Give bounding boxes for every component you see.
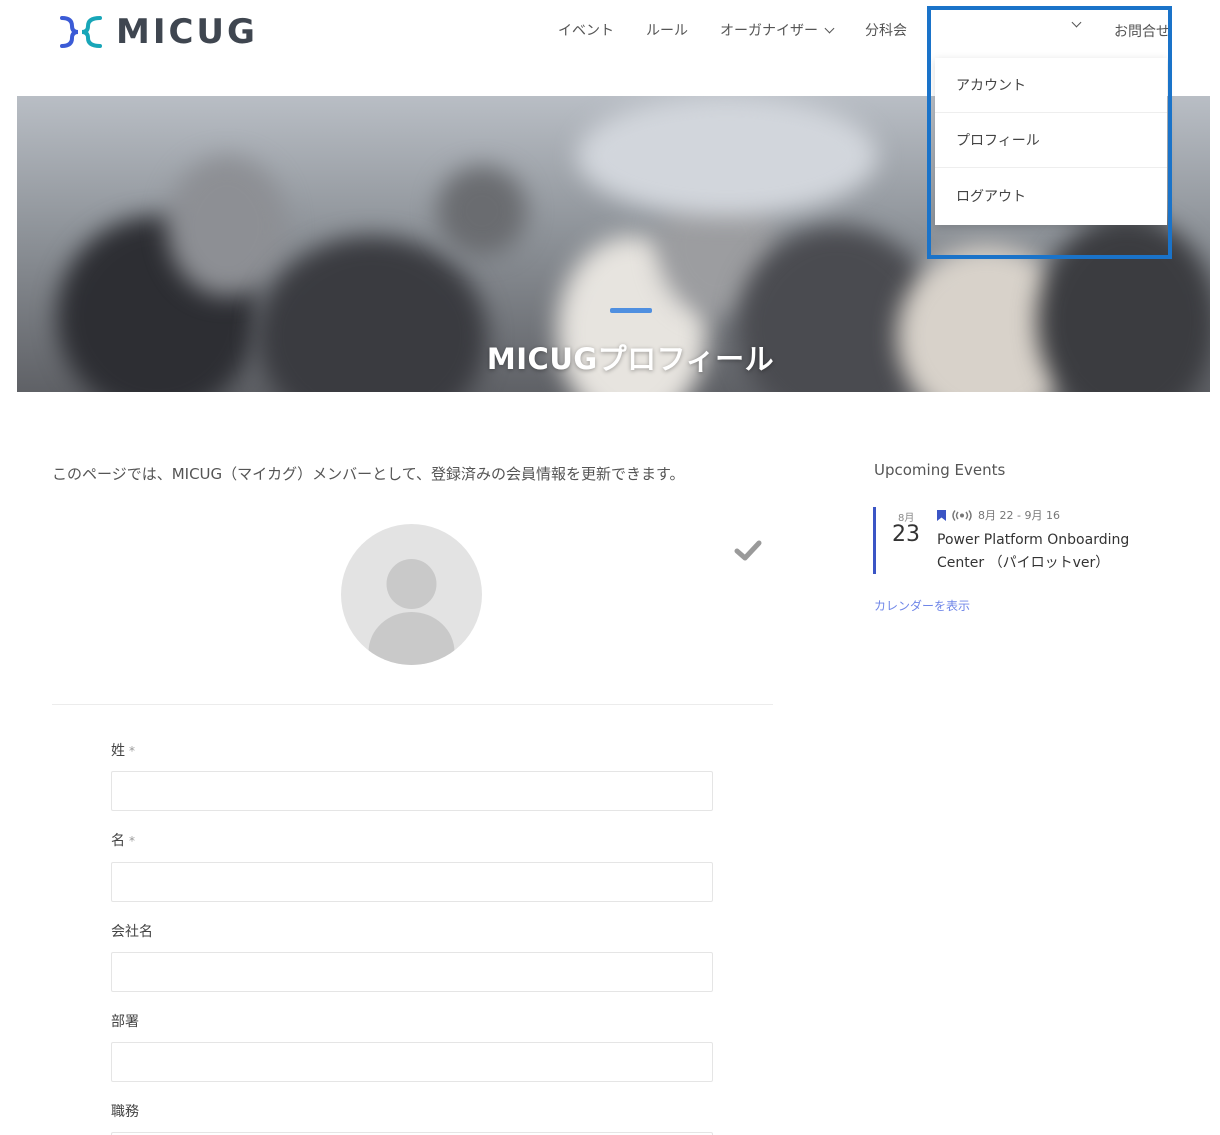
event-title-link[interactable]: Power Platform Onboarding Center （パイロットv… xyxy=(937,529,1157,575)
menu-item-account[interactable]: アカウント xyxy=(935,58,1167,113)
upcoming-events-title: Upcoming Events xyxy=(874,461,1006,479)
hero-accent-bar xyxy=(610,308,652,313)
company-label: 会社名 xyxy=(111,924,153,940)
event-day: 23 xyxy=(892,522,920,547)
chevron-down-icon[interactable] xyxy=(1071,17,1082,28)
nav-item-subcommittee[interactable]: 分科会 xyxy=(865,20,907,40)
nav-label: ルール xyxy=(646,23,688,39)
required-mark: * xyxy=(129,744,135,758)
required-mark: * xyxy=(129,834,135,848)
event-meta: 8月 22 - 9月 16 xyxy=(937,507,1060,523)
page-title: MICUGプロフィール xyxy=(486,342,775,376)
nav-item-rules[interactable]: ルール xyxy=(646,20,688,40)
bookmark-icon xyxy=(937,509,946,521)
department-label: 部署 xyxy=(111,1014,139,1030)
section-divider xyxy=(52,704,773,705)
nav-label: イベント xyxy=(558,23,614,39)
first-name-field[interactable] xyxy=(111,862,713,902)
label-text: 名 xyxy=(111,833,125,849)
main-nav: イベント ルール オーガナイザー 分科会 xyxy=(558,18,939,42)
user-dropdown-menu: アカウント プロフィール ログアウト xyxy=(935,58,1167,225)
nav-item-organizers[interactable]: オーガナイザー xyxy=(720,20,835,40)
chevron-down-icon xyxy=(824,23,835,33)
intro-text: このページでは、MICUG（マイカグ）メンバーとして、登録済みの会員情報を更新で… xyxy=(52,465,685,483)
check-icon[interactable] xyxy=(734,536,762,564)
logo-brace-icon xyxy=(58,12,106,52)
avatar[interactable] xyxy=(341,524,482,665)
nav-item-events[interactable]: イベント xyxy=(558,20,614,40)
job-title-label: 職務 xyxy=(111,1104,139,1120)
logo-text: MICUG xyxy=(116,12,258,52)
site-logo[interactable]: MICUG xyxy=(58,10,258,54)
nav-item-contact[interactable]: お問合せ xyxy=(1114,21,1170,41)
label-text: 姓 xyxy=(111,743,125,759)
menu-item-profile[interactable]: プロフィール xyxy=(935,113,1167,168)
event-accent-bar xyxy=(873,507,876,574)
company-field[interactable] xyxy=(111,952,713,992)
nav-label: オーガナイザー xyxy=(720,23,818,39)
nav-label: 分科会 xyxy=(865,23,907,39)
user-silhouette-icon xyxy=(368,559,455,665)
calendar-link[interactable]: カレンダーを表示 xyxy=(874,597,970,614)
department-field[interactable] xyxy=(111,1042,713,1082)
broadcast-icon xyxy=(952,509,972,521)
event-date-range: 8月 22 - 9月 16 xyxy=(978,509,1060,522)
first-name-label: 名 * xyxy=(111,830,135,850)
last-name-field[interactable] xyxy=(111,771,713,811)
last-name-label: 姓 * xyxy=(111,740,135,760)
menu-item-logout[interactable]: ログアウト xyxy=(935,168,1167,223)
